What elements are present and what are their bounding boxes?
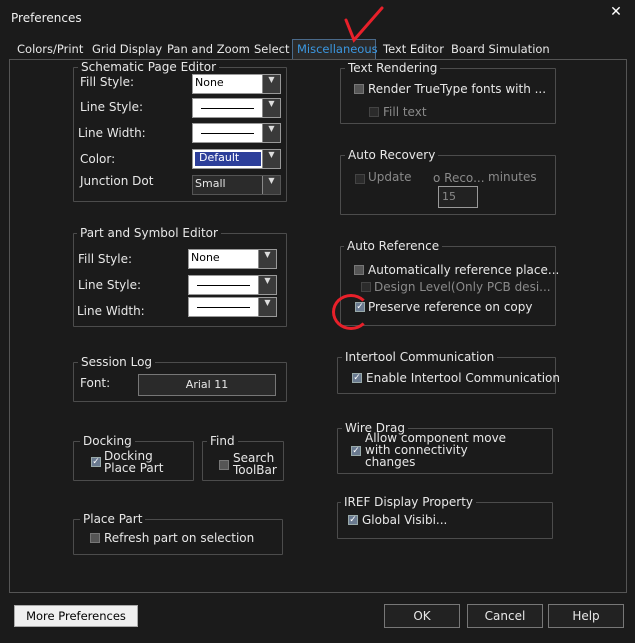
ps-line-width-preview xyxy=(197,307,250,308)
ps-fill-style-label: Fill Style: xyxy=(78,252,133,266)
chevron-down-icon[interactable]: ▼ xyxy=(258,276,276,294)
place-part-title: Place Part xyxy=(80,512,146,526)
fill-text-label: Fill text xyxy=(383,105,427,119)
window-title: Preferences xyxy=(11,11,82,25)
more-preferences-button[interactable]: More Preferences xyxy=(14,605,138,627)
wire-drag-checkbox[interactable]: ✓ xyxy=(351,446,361,456)
ps-line-style-label: Line Style: xyxy=(78,278,142,292)
intertool-label: Enable Intertool Communication xyxy=(366,371,560,385)
junction-combo[interactable]: Small ▼ xyxy=(192,175,281,195)
help-button[interactable]: Help xyxy=(548,604,624,628)
preserve-label: Preserve reference on copy xyxy=(368,300,533,314)
minutes-label: minutes xyxy=(488,170,537,184)
auto-ref-checkbox[interactable] xyxy=(354,265,364,275)
intertool-title: Intertool Communication xyxy=(342,350,498,364)
auto-ref-label: Automatically reference place... xyxy=(368,263,560,277)
line-style-label: Line Style: xyxy=(80,100,144,114)
junction-label: Junction Dot xyxy=(80,174,154,188)
chevron-down-icon[interactable]: ▼ xyxy=(258,250,276,268)
tab-colors-print[interactable]: Colors/Print xyxy=(17,42,83,58)
interval-input[interactable]: 15 xyxy=(438,186,478,208)
update-label: Update xyxy=(368,170,412,184)
docking-checkbox[interactable]: ✓ xyxy=(91,457,101,467)
auto-recovery-title: Auto Recovery xyxy=(345,148,439,162)
chevron-down-icon[interactable]: ▼ xyxy=(262,150,280,168)
fill-style-combo[interactable]: None ▼ xyxy=(192,74,281,94)
chevron-down-icon[interactable]: ▼ xyxy=(262,99,280,117)
font-label: Font: xyxy=(80,376,111,390)
tab-select[interactable]: Select xyxy=(254,42,289,58)
part-symbol-title: Part and Symbol Editor xyxy=(77,226,221,240)
refresh-label: Refresh part on selection xyxy=(104,531,255,545)
ps-fill-style-combo[interactable]: None ▼ xyxy=(188,249,277,269)
fill-style-label: Fill Style: xyxy=(80,75,135,89)
find-label-2: ToolBar xyxy=(233,463,277,477)
tab-text-editor[interactable]: Text Editor xyxy=(383,42,444,58)
red-circle-annotation xyxy=(332,294,370,330)
fill-text-checkbox[interactable] xyxy=(369,107,379,117)
intertool-checkbox[interactable]: ✓ xyxy=(352,373,362,383)
schematic-title: Schematic Page Editor xyxy=(78,60,220,74)
chevron-down-icon[interactable]: ▼ xyxy=(262,124,280,142)
ps-fill-style-value: None xyxy=(191,251,220,264)
refresh-checkbox[interactable] xyxy=(90,533,100,543)
session-log-title: Session Log xyxy=(78,355,156,369)
close-icon[interactable]: ✕ xyxy=(606,4,626,20)
find-title: Find xyxy=(207,434,238,448)
ps-line-width-label: Line Width: xyxy=(77,304,145,318)
tab-pan-zoom[interactable]: Pan and Zoom xyxy=(167,42,250,58)
tab-board-simulation[interactable]: Board Simulation xyxy=(451,42,550,58)
wire-drag-label-3: changes xyxy=(365,455,416,469)
chevron-down-icon[interactable]: ▼ xyxy=(262,75,280,93)
line-width-label: Line Width: xyxy=(78,126,146,140)
auto-reference-title: Auto Reference xyxy=(344,239,443,253)
docking-title: Docking xyxy=(80,434,135,448)
design-level-label: Design Level(Only PCB desi... xyxy=(374,280,551,294)
font-button[interactable]: Arial 11 xyxy=(138,374,276,396)
iref-title: IREF Display Property xyxy=(341,495,476,509)
color-label: Color: xyxy=(80,152,116,166)
find-checkbox[interactable] xyxy=(219,460,229,470)
iref-checkbox[interactable]: ✓ xyxy=(348,515,358,525)
ps-line-width-combo[interactable]: ▼ xyxy=(188,297,277,317)
ok-button[interactable]: OK xyxy=(384,604,460,628)
update-checkbox[interactable] xyxy=(355,174,365,184)
line-style-combo[interactable]: ▼ xyxy=(192,98,281,118)
line-width-combo[interactable]: ▼ xyxy=(192,123,281,143)
junction-value: Small xyxy=(195,177,226,190)
ps-line-style-preview xyxy=(197,285,250,286)
render-tt-label: Render TrueType fonts with ... xyxy=(368,82,547,96)
render-tt-checkbox[interactable] xyxy=(354,84,364,94)
recovery-label: o Reco... xyxy=(433,171,485,185)
fill-style-value: None xyxy=(195,76,224,89)
line-width-preview xyxy=(201,133,254,134)
chevron-down-icon[interactable]: ▼ xyxy=(262,176,280,194)
design-level-checkbox[interactable] xyxy=(361,282,371,292)
ps-line-style-combo[interactable]: ▼ xyxy=(188,275,277,295)
line-style-preview xyxy=(201,108,254,109)
color-combo[interactable]: Default ▼ xyxy=(192,149,281,169)
title-bar xyxy=(0,0,635,34)
chevron-down-icon[interactable]: ▼ xyxy=(258,298,276,316)
text-rendering-title: Text Rendering xyxy=(345,61,441,75)
cancel-button[interactable]: Cancel xyxy=(467,604,543,628)
docking-label-2: Place Part xyxy=(104,461,164,475)
iref-label: Global Visibi... xyxy=(362,513,448,527)
color-value: Default xyxy=(199,151,240,164)
tab-grid-display[interactable]: Grid Display xyxy=(92,42,162,58)
red-check-annotation xyxy=(344,6,384,43)
